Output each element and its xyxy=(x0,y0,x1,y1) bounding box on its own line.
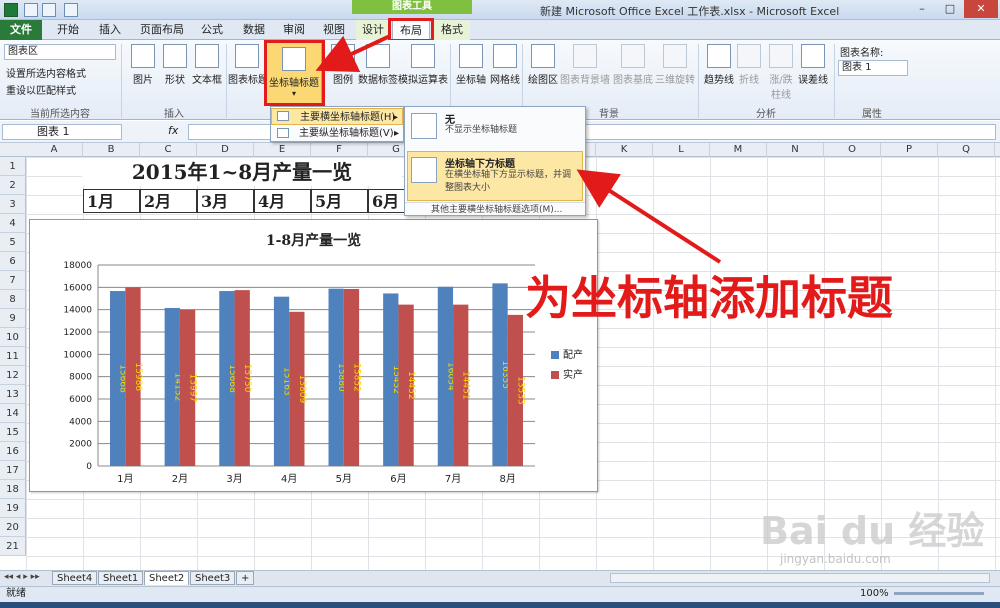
zoom-level[interactable]: 100% xyxy=(860,586,889,602)
baidu-watermark-url: jingyan.baidu.com xyxy=(780,552,891,566)
zoom-slider[interactable] xyxy=(894,592,984,595)
annotation-text: 为坐标轴添加标题 xyxy=(525,271,893,325)
horizontal-scrollbar[interactable] xyxy=(610,573,990,583)
new-sheet-icon[interactable]: + xyxy=(236,571,254,585)
sheet-tab-3[interactable]: Sheet3 xyxy=(190,571,236,585)
baidu-watermark: Bai du 经验 xyxy=(760,509,985,553)
taskbar xyxy=(0,602,1000,608)
status-ready: 就绪 xyxy=(6,588,26,599)
sheet-tab-1[interactable]: Sheet1 xyxy=(98,571,144,585)
sheet-tab-4[interactable]: Sheet4 xyxy=(52,571,98,585)
sheet-tab-2[interactable]: Sheet2 xyxy=(144,571,190,585)
status-bar xyxy=(0,586,1000,602)
sheet-nav-icons[interactable]: ◂◂ ◂ ▸ ▸▸ xyxy=(4,572,40,582)
